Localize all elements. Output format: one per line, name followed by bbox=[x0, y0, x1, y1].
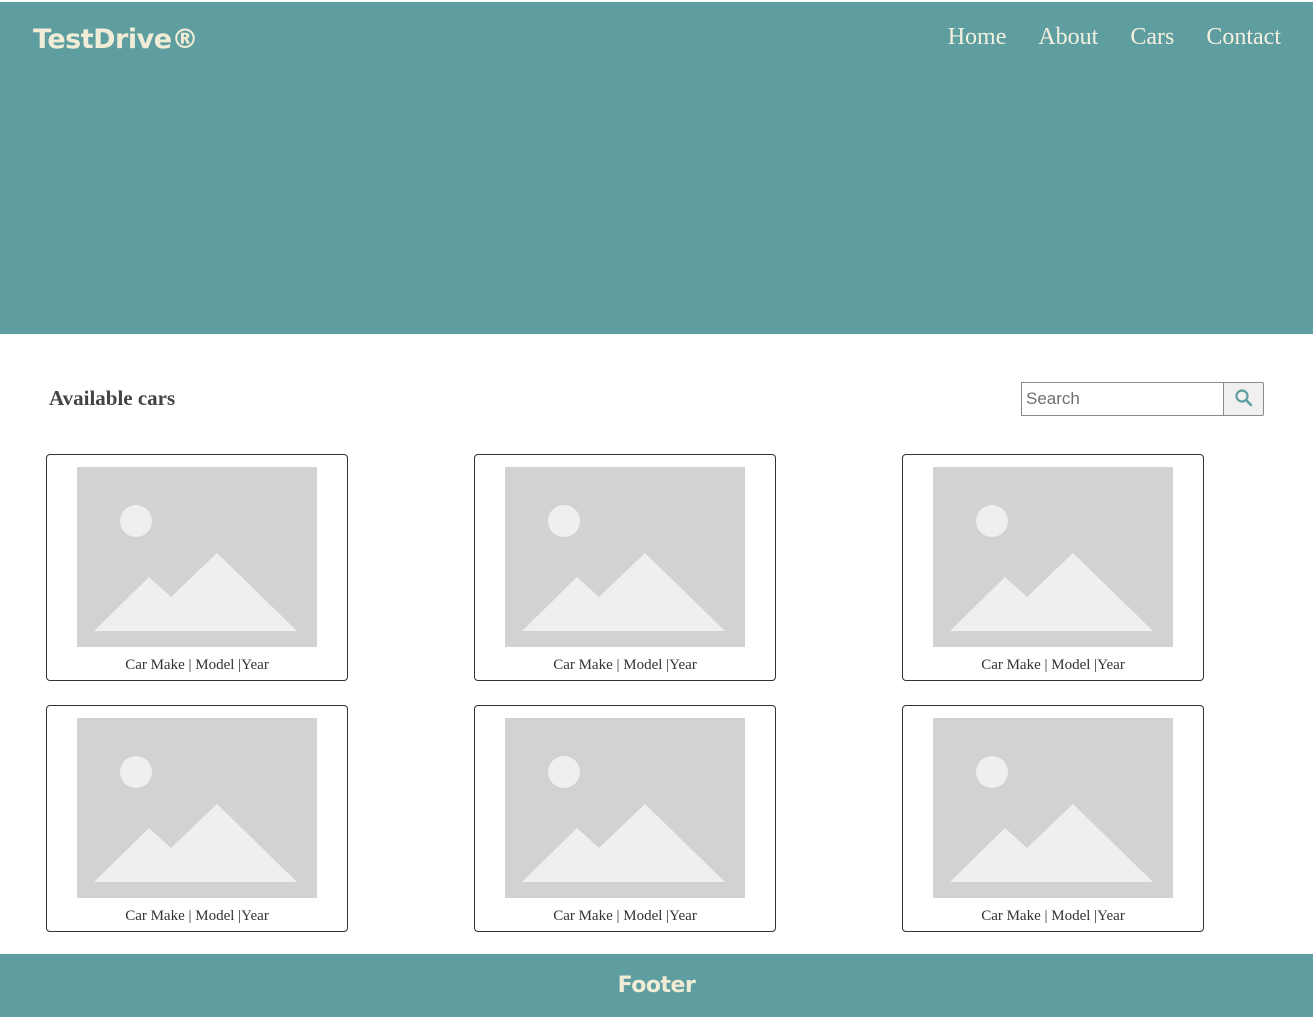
footer-label: Footer bbox=[617, 973, 696, 998]
image-placeholder-icon bbox=[77, 467, 317, 647]
car-card-caption: Car Make | Model |Year bbox=[981, 908, 1125, 924]
nav-home-link[interactable]: Home bbox=[948, 24, 1007, 51]
search-input[interactable] bbox=[1021, 382, 1224, 416]
nav-cars-link[interactable]: Cars bbox=[1130, 24, 1174, 51]
image-placeholder-icon bbox=[505, 718, 745, 898]
search-button[interactable] bbox=[1224, 382, 1264, 416]
image-placeholder-icon bbox=[505, 467, 745, 647]
car-card[interactable]: Car Make | Model |Year bbox=[474, 705, 776, 932]
car-card[interactable]: Car Make | Model |Year bbox=[474, 454, 776, 681]
car-card-caption: Car Make | Model |Year bbox=[125, 908, 269, 924]
car-card-caption: Car Make | Model |Year bbox=[981, 657, 1125, 673]
car-card-caption: Car Make | Model |Year bbox=[553, 657, 697, 673]
nav-about-link[interactable]: About bbox=[1038, 24, 1098, 51]
car-card[interactable]: Car Make | Model |Year bbox=[46, 454, 348, 681]
car-grid: Car Make | Model |Year Car Make | Model … bbox=[46, 454, 1204, 932]
main-nav: Home About Cars Contact bbox=[948, 24, 1281, 51]
car-card[interactable]: Car Make | Model |Year bbox=[902, 454, 1204, 681]
search-bar bbox=[1021, 382, 1264, 416]
nav-contact-link[interactable]: Contact bbox=[1206, 24, 1281, 51]
car-card-caption: Car Make | Model |Year bbox=[125, 657, 269, 673]
image-placeholder-icon bbox=[77, 718, 317, 898]
car-card[interactable]: Car Make | Model |Year bbox=[46, 705, 348, 932]
page-footer: Footer bbox=[0, 954, 1313, 1017]
page: TestDrive® Home About Cars Contact Avail… bbox=[0, 0, 1313, 1017]
car-card-caption: Car Make | Model |Year bbox=[553, 908, 697, 924]
search-icon bbox=[1234, 388, 1254, 411]
image-placeholder-icon bbox=[933, 718, 1173, 898]
section-title: Available cars bbox=[49, 386, 176, 410]
site-logo[interactable]: TestDrive® bbox=[33, 24, 199, 55]
hero-header: TestDrive® Home About Cars Contact bbox=[0, 2, 1313, 334]
image-placeholder-icon bbox=[933, 467, 1173, 647]
car-card[interactable]: Car Make | Model |Year bbox=[902, 705, 1204, 932]
